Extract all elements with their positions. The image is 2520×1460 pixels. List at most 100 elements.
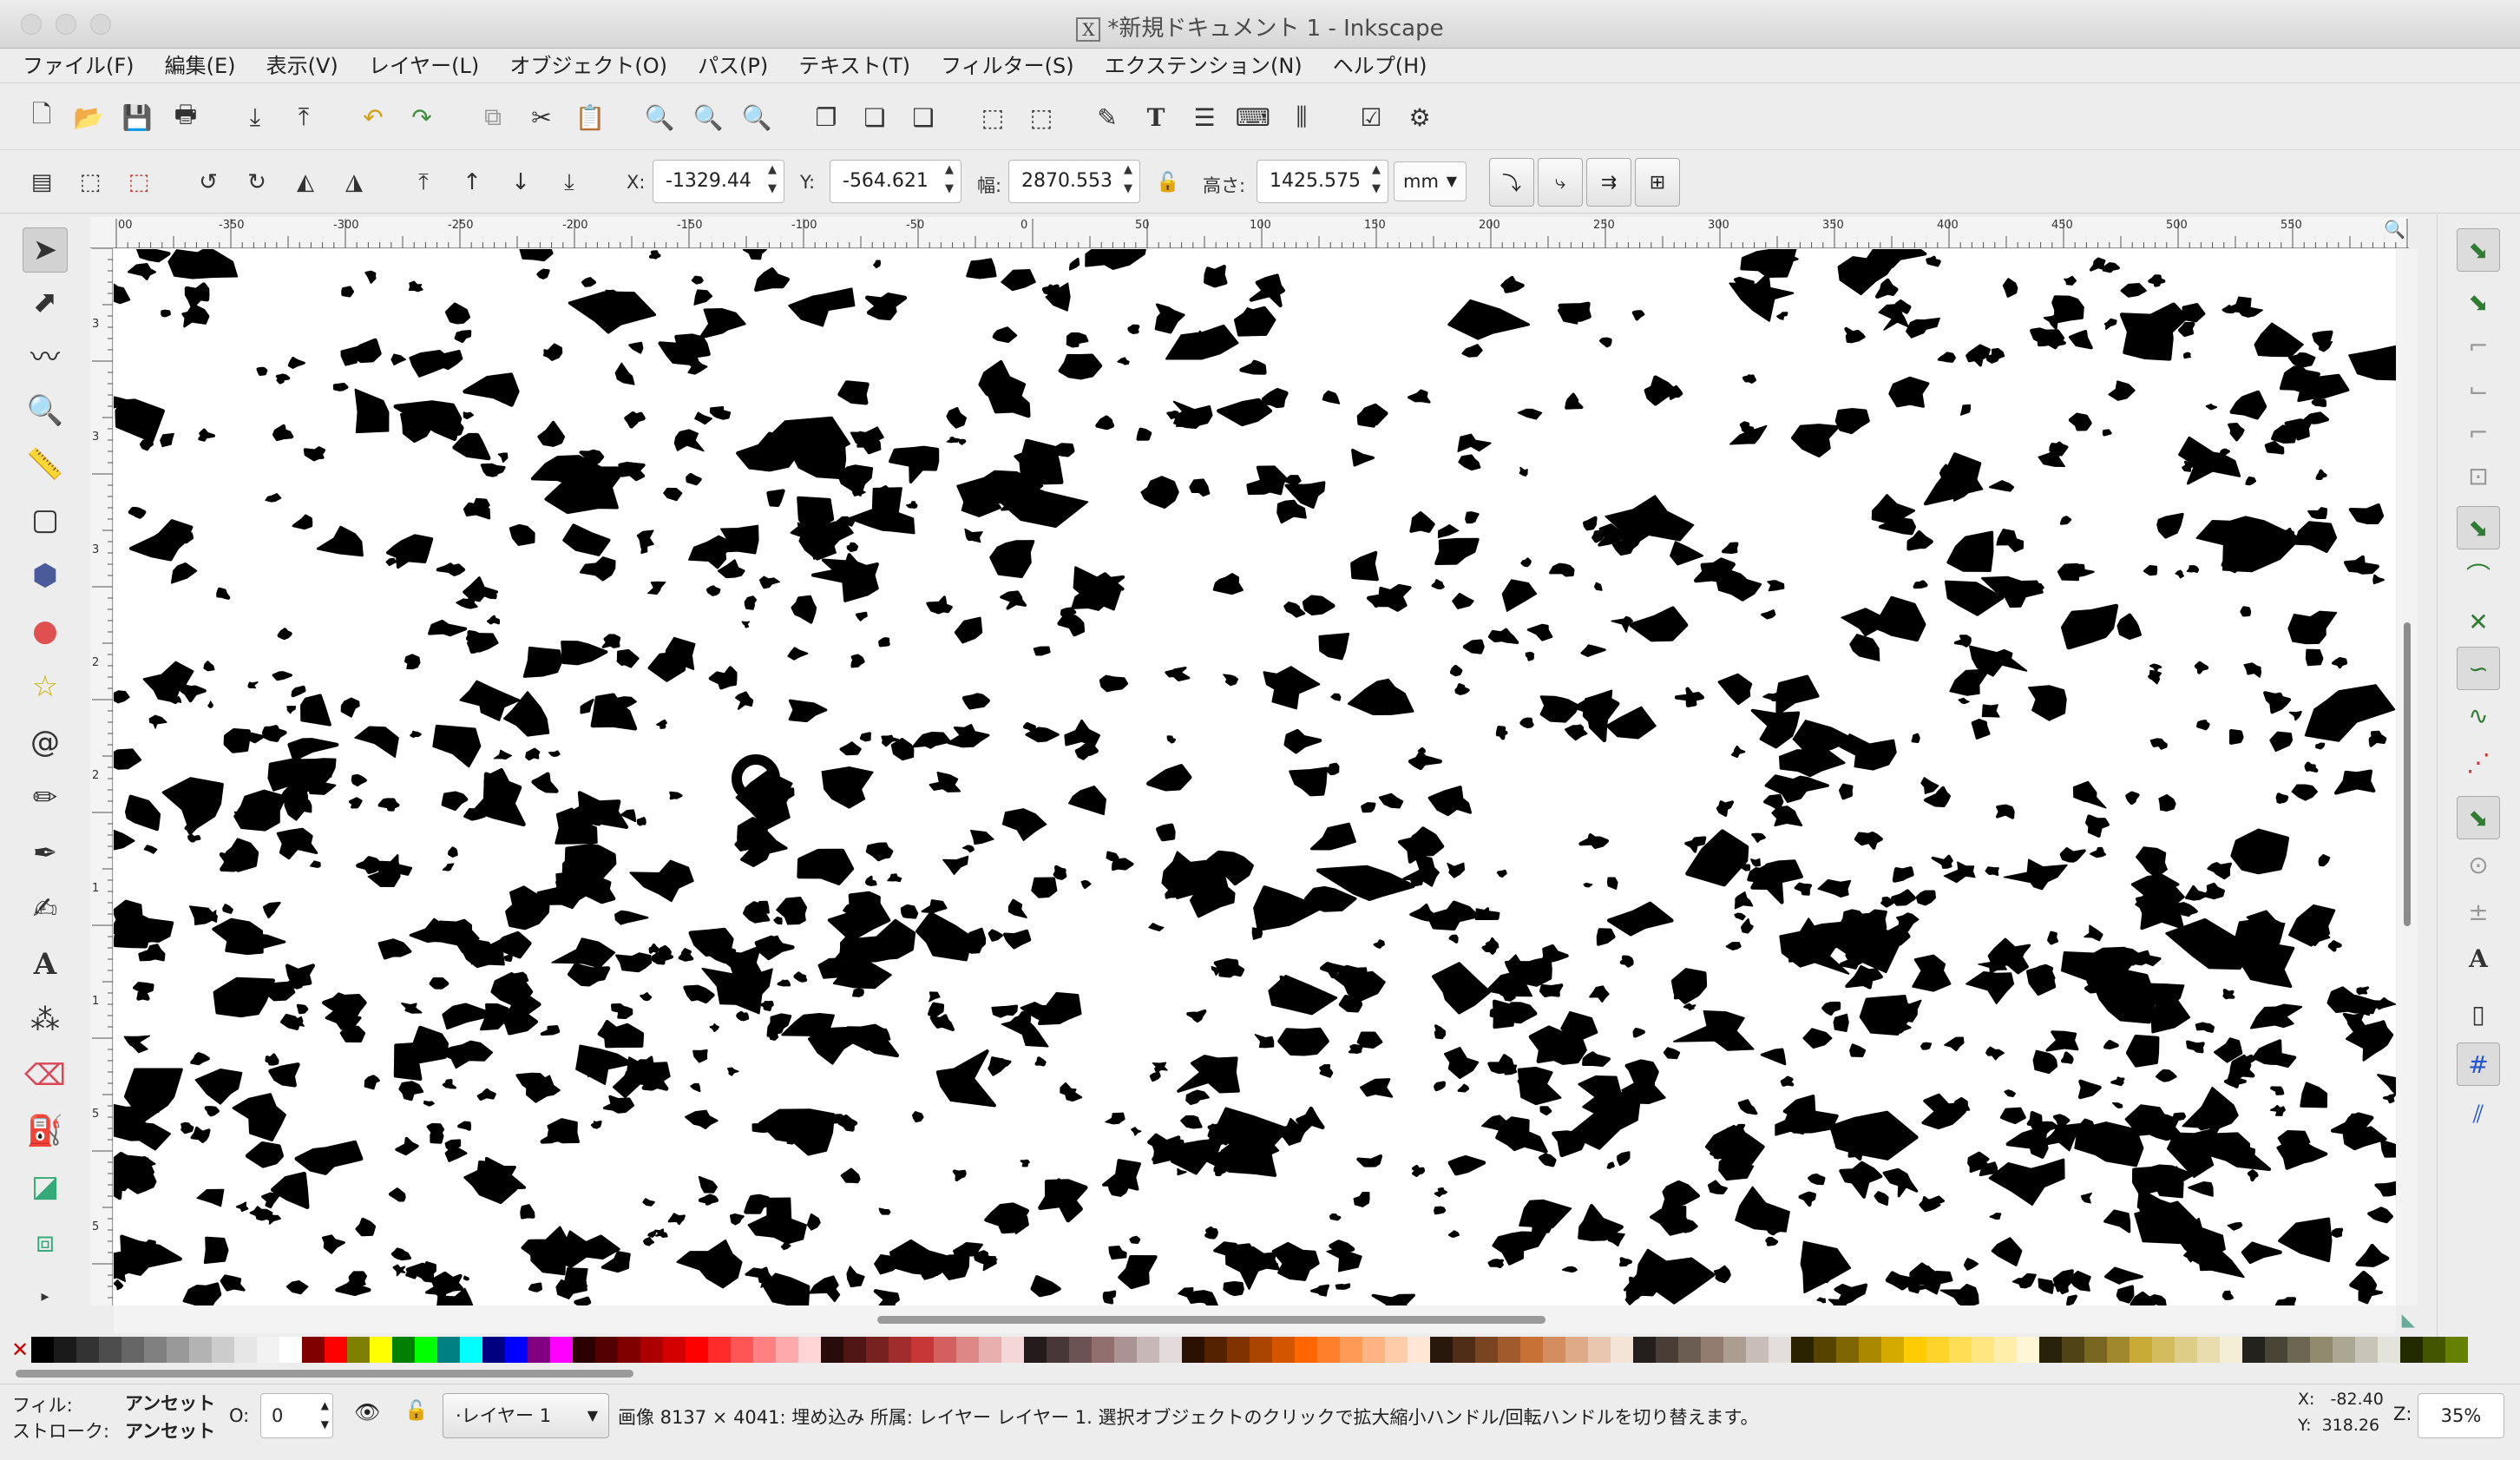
rectangle-icon[interactable]: ▢ [23,497,68,543]
color-swatch[interactable] [212,1337,234,1363]
color-swatch[interactable] [2333,1337,2355,1363]
color-swatch[interactable] [392,1337,415,1363]
color-swatch[interactable] [31,1337,54,1363]
select-all-layers-icon[interactable]: ⬚ [73,165,108,200]
deselect-icon[interactable]: ⬚ [121,165,156,200]
color-swatch[interactable] [1340,1337,1362,1363]
snap-bbox-corner-icon[interactable]: ⌙ [2457,367,2500,411]
color-swatch[interactable] [1949,1337,1972,1363]
color-swatch[interactable] [1633,1337,1656,1363]
horizontal-scroll-thumb[interactable] [877,1316,1545,1324]
flip-horizontal-icon[interactable]: ◭ [288,165,323,200]
color-swatch[interactable] [573,1337,595,1363]
stroke-value[interactable]: アンセット [125,1417,215,1444]
color-swatch[interactable] [2062,1337,2084,1363]
open-icon[interactable]: 📂 [71,100,106,135]
color-swatch[interactable] [2039,1337,2062,1363]
snap-nodes-icon[interactable]: ⬊ [2457,506,2500,549]
layer-select[interactable]: ·レイヤー 1 ▼ [443,1393,609,1438]
layer-lock-icon[interactable]: 🔓 [404,1400,428,1422]
color-swatch[interactable] [640,1337,663,1363]
color-swatch[interactable] [1430,1337,1453,1363]
transform-gradients-toggle[interactable]: ⇉ [1586,158,1631,207]
spiral-icon[interactable]: @ [23,720,68,765]
color-swatch[interactable] [415,1337,437,1363]
color-swatch[interactable] [99,1337,121,1363]
color-swatch[interactable] [437,1337,460,1363]
star-icon[interactable]: ☆ [23,664,68,709]
duplicate-icon[interactable]: ❐ [809,100,843,135]
color-swatch[interactable] [302,1337,325,1363]
color-swatch[interactable] [979,1337,1001,1363]
raise-to-top-icon[interactable]: ⤒ [406,165,441,200]
opacity-field[interactable]: 0 ▲ ▼ [260,1393,333,1438]
snap-line-midpoint-icon[interactable]: ⋰ [2457,740,2500,784]
color-swatch[interactable] [482,1337,505,1363]
snap-bbox-center-icon[interactable]: ⊡ [2457,454,2500,497]
color-swatch[interactable] [1001,1337,1024,1363]
color-swatch[interactable] [1317,1337,1340,1363]
color-swatch[interactable] [1678,1337,1701,1363]
scale-stroke-toggle[interactable]: ⤵ [1489,158,1534,207]
paint-bucket-icon[interactable]: ⛽ [23,1108,68,1154]
unlink-clone-icon[interactable]: ❑ [906,100,941,135]
menu-help[interactable]: ヘルプ(H) [1333,49,1427,83]
snap-text-baseline-icon[interactable]: A [2457,937,2500,980]
tweak-icon[interactable]: 〰 [23,332,68,377]
color-swatch[interactable] [1588,1337,1611,1363]
color-swatch[interactable] [2152,1337,2175,1363]
menu-text[interactable]: テキスト(T) [798,49,910,83]
menu-view[interactable]: 表示(V) [266,49,338,83]
y-position-field[interactable]: -564.621 ▲ ▼ [830,160,961,203]
color-swatch[interactable] [821,1337,843,1363]
color-swatch[interactable] [2355,1337,2378,1363]
color-swatch[interactable] [595,1337,618,1363]
measure-icon[interactable]: 📏 [23,442,68,487]
preferences-icon[interactable]: ⚙ [1402,100,1437,135]
vertical-scrollbar[interactable] [2397,249,2418,1305]
color-swatch[interactable] [1814,1337,1836,1363]
eraser-icon[interactable]: ⌫ [23,1053,68,1098]
group-icon[interactable]: ⬚ [975,100,1010,135]
color-swatch[interactable] [686,1337,708,1363]
color-swatch[interactable] [1565,1337,1588,1363]
snap-grid-icon[interactable]: # [2457,1042,2500,1086]
color-swatch[interactable] [2242,1337,2265,1363]
x-spin-arrows[interactable]: ▲ ▼ [761,161,784,202]
color-swatch[interactable] [54,1337,76,1363]
color-swatch[interactable] [1227,1337,1250,1363]
color-swatch[interactable] [167,1337,189,1363]
color-swatch[interactable] [460,1337,482,1363]
color-swatch[interactable] [279,1337,302,1363]
color-swatch[interactable] [1498,1337,1520,1363]
color-swatch[interactable] [956,1337,979,1363]
color-swatch[interactable] [1408,1337,1430,1363]
x-position-field[interactable]: -1329.44 ▲ ▼ [653,160,784,203]
color-swatch[interactable] [1520,1337,1543,1363]
color-swatch[interactable] [347,1337,370,1363]
color-swatch[interactable] [1701,1337,1723,1363]
color-swatch[interactable] [1092,1337,1114,1363]
color-swatch[interactable] [1362,1337,1385,1363]
color-swatch[interactable] [731,1337,753,1363]
color-swatch[interactable] [2378,1337,2400,1363]
rotate-cw-icon[interactable]: ↻ [240,165,274,200]
unit-select[interactable]: mm ▼ [1394,161,1467,201]
color-swatch[interactable] [370,1337,392,1363]
menu-object[interactable]: オブジェクト(O) [509,49,667,83]
lower-to-bottom-icon[interactable]: ⤓ [552,165,587,200]
snap-bbox-edge-icon[interactable]: ⌐ [2457,324,2500,367]
color-swatch[interactable] [1994,1337,2017,1363]
color-swatch[interactable] [1881,1337,1904,1363]
document-properties-icon[interactable]: ☑ [1354,100,1388,135]
color-swatch[interactable] [1769,1337,1791,1363]
color-swatch[interactable] [1543,1337,1565,1363]
pen-icon[interactable]: ✒ [23,831,68,876]
color-swatch[interactable] [2423,1337,2445,1363]
color-swatch[interactable] [866,1337,889,1363]
color-swatch[interactable] [934,1337,956,1363]
spray-icon[interactable]: ⁂ [23,997,68,1042]
color-swatch[interactable] [1836,1337,1859,1363]
copy-icon[interactable]: ⧉ [476,100,510,135]
color-swatch[interactable] [1069,1337,1092,1363]
